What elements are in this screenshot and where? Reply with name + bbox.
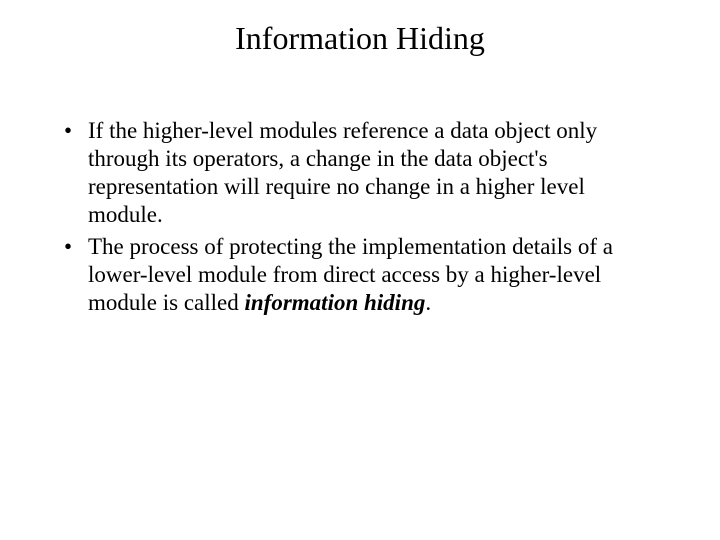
slide-body: If the higher-level modules reference a …: [0, 57, 720, 317]
list-item: The process of protecting the implementa…: [60, 233, 660, 317]
bullet-list: If the higher-level modules reference a …: [60, 117, 660, 317]
bullet-text-suffix: .: [425, 290, 431, 315]
slide: Information Hiding If the higher-level m…: [0, 0, 720, 540]
bullet-text: If the higher-level modules reference a …: [88, 118, 597, 227]
list-item: If the higher-level modules reference a …: [60, 117, 660, 229]
bullet-text-emph: information hiding: [245, 290, 426, 315]
slide-title: Information Hiding: [0, 0, 720, 57]
